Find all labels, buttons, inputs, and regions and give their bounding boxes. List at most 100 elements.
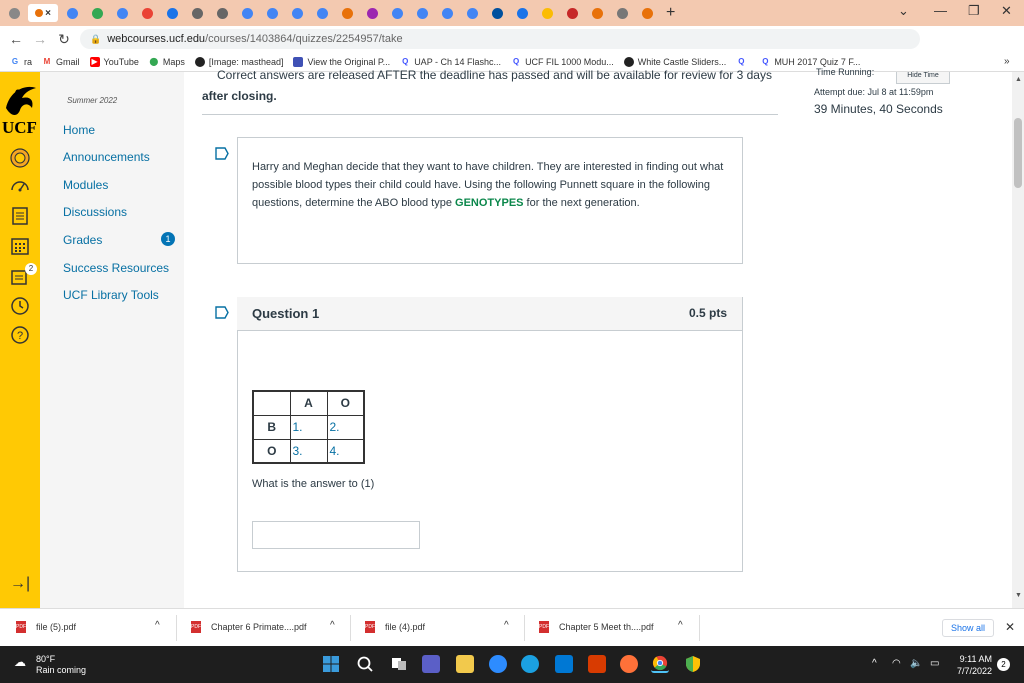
bookmark-item[interactable]: Q UAP - Ch 14 Flashc... [400, 57, 501, 67]
browser-tab[interactable] [386, 4, 408, 22]
battery-icon[interactable]: ▭ [930, 658, 939, 669]
browser-tab[interactable] [486, 4, 508, 22]
course-nav-discussions[interactable]: Discussions [63, 205, 127, 219]
address-bar[interactable]: 🔒 webcourses.ucf.edu/courses/1403864/qui… [80, 29, 920, 49]
browser-tab[interactable] [586, 4, 608, 22]
tab-search-icon[interactable]: ⌄ [898, 3, 909, 19]
account-icon[interactable] [10, 148, 30, 168]
download-options-chevron[interactable]: ^ [504, 620, 509, 631]
collapse-nav-icon[interactable]: →| [10, 575, 30, 593]
restore-icon[interactable]: ❐ [968, 3, 980, 19]
scroll-down-icon[interactable]: ▼ [1015, 592, 1022, 599]
forward-icon[interactable]: → [28, 31, 52, 47]
download-options-chevron[interactable]: ^ [678, 620, 683, 631]
browser-tab[interactable] [336, 4, 358, 22]
browser-tab[interactable] [411, 4, 433, 22]
close-downloads-icon[interactable]: ✕ [1005, 620, 1015, 634]
course-nav-announcements[interactable]: Announcements [63, 150, 150, 164]
scroll-up-icon[interactable]: ▲ [1015, 76, 1022, 83]
mail-icon[interactable] [555, 655, 573, 673]
course-nav-grades[interactable]: Grades [63, 233, 102, 247]
courses-icon[interactable] [10, 206, 30, 226]
bookmark-item[interactable]: Gra [10, 57, 32, 67]
file-explorer-icon[interactable] [456, 655, 474, 673]
back-icon[interactable]: ← [4, 31, 28, 47]
browser-tab[interactable] [3, 4, 25, 22]
bookmark-item[interactable]: Q [736, 57, 750, 67]
course-nav-success-resources[interactable]: Success Resources [63, 261, 169, 275]
download-item[interactable]: PDF Chapter 5 Meet th....pdf [539, 621, 654, 633]
browser-tab[interactable] [286, 4, 308, 22]
bookmark-item[interactable]: ▶ YouTube [89, 56, 139, 67]
bookmark-item[interactable]: Q UCF FIL 1000 Modu... [511, 57, 614, 67]
browser-tab[interactable] [636, 4, 658, 22]
browser-tab[interactable] [461, 4, 483, 22]
dashboard-icon[interactable] [10, 176, 30, 196]
page-scrollbar[interactable]: ▲ ▼ [1012, 72, 1024, 608]
new-tab-button[interactable]: + [666, 4, 675, 22]
minimize-icon[interactable]: — [934, 3, 947, 18]
search-icon[interactable] [356, 655, 374, 673]
history-icon[interactable] [10, 296, 30, 316]
quiz-notice: Correct answers are released AFTER the d… [217, 68, 772, 82]
browser-tab[interactable] [561, 4, 583, 22]
windows-start-icon[interactable] [322, 655, 340, 673]
browser-tab[interactable] [611, 4, 633, 22]
bookmark-item[interactable]: M Gmail [42, 57, 80, 67]
browser-tab[interactable] [61, 4, 83, 22]
flag-question-icon[interactable] [215, 306, 229, 319]
more-bookmarks-button[interactable]: » [1004, 56, 1010, 67]
chrome-icon[interactable] [651, 655, 669, 673]
course-nav-library-tools[interactable]: UCF Library Tools [63, 288, 159, 302]
edge-icon[interactable] [521, 655, 539, 673]
help-icon[interactable]: ? [10, 325, 30, 345]
bookmark-item[interactable]: View the Original P... [293, 56, 390, 67]
browser-tab[interactable] [86, 4, 108, 22]
browser-tab[interactable] [136, 4, 158, 22]
tab-close-icon[interactable]: × [45, 8, 51, 19]
browser-tab[interactable] [311, 4, 333, 22]
answer-input[interactable] [252, 521, 420, 549]
office-icon[interactable] [588, 655, 606, 673]
browser-tab[interactable] [186, 4, 208, 22]
hide-time-button[interactable]: Hide Time [896, 72, 950, 84]
browser-tab[interactable] [261, 4, 283, 22]
course-nav-home[interactable]: Home [63, 123, 95, 137]
flag-icon[interactable] [215, 147, 229, 160]
reload-icon[interactable]: ↻ [52, 31, 76, 48]
show-all-downloads-button[interactable]: Show all [942, 619, 994, 637]
browser-tab[interactable] [436, 4, 458, 22]
bookmark-item[interactable]: White Castle Sliders... [623, 56, 726, 67]
wifi-icon[interactable]: ◠ [892, 658, 901, 669]
bookmark-item[interactable]: Q MUH 2017 Quiz 7 F... [760, 57, 860, 67]
zoom-icon[interactable] [489, 655, 507, 673]
browser-tab[interactable] [536, 4, 558, 22]
download-options-chevron[interactable]: ^ [155, 620, 160, 631]
url-path: /courses/1403864/quizzes/2254957/take [205, 33, 403, 45]
firefox-icon[interactable] [620, 655, 638, 673]
browser-tab-active[interactable]: × [28, 4, 58, 22]
window-close-icon[interactable]: ✕ [1001, 3, 1012, 19]
scrollbar-thumb[interactable] [1014, 118, 1022, 188]
download-item[interactable]: PDF Chapter 6 Primate....pdf [191, 621, 307, 633]
volume-icon[interactable]: 🔈 [910, 658, 922, 669]
calendar-icon[interactable] [10, 236, 30, 256]
browser-tab[interactable] [211, 4, 233, 22]
download-options-chevron[interactable]: ^ [330, 620, 335, 631]
download-item[interactable]: PDF file (5).pdf [16, 621, 76, 633]
teams-chat-icon[interactable] [422, 655, 440, 673]
course-nav-modules[interactable]: Modules [63, 178, 108, 192]
browser-tab[interactable] [511, 4, 533, 22]
system-clock[interactable]: 9:11 AM 7/7/2022 [944, 653, 992, 677]
notification-badge[interactable]: 2 [997, 658, 1010, 671]
download-item[interactable]: PDF file (4).pdf [365, 621, 425, 633]
browser-tab[interactable] [236, 4, 258, 22]
browser-tab[interactable] [161, 4, 183, 22]
browser-tab[interactable] [111, 4, 133, 22]
bookmark-item[interactable]: [Image: masthead] [194, 56, 283, 67]
security-shield-icon[interactable] [684, 655, 702, 673]
browser-tab[interactable] [361, 4, 383, 22]
task-view-icon[interactable] [390, 655, 408, 673]
tray-overflow-icon[interactable]: ^ [872, 658, 877, 669]
bookmark-item[interactable]: ⬤ Maps [149, 57, 185, 67]
